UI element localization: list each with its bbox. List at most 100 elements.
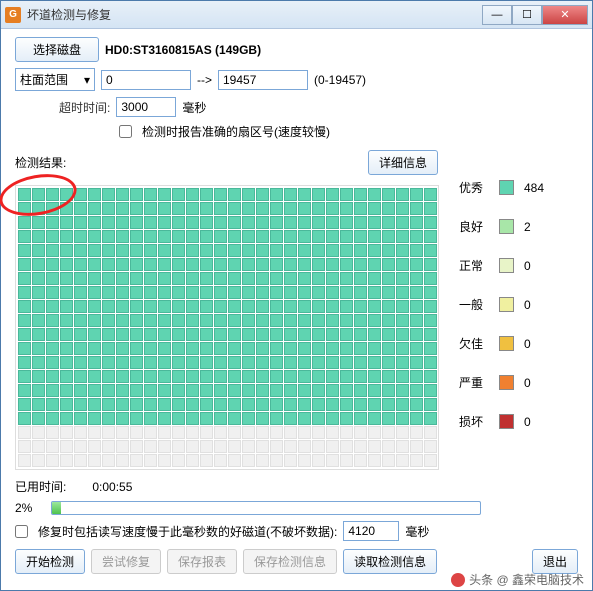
grid-cell <box>186 286 199 299</box>
maximize-button[interactable]: ☐ <box>512 5 542 25</box>
grid-cell <box>32 286 45 299</box>
load-info-button[interactable]: 读取检测信息 <box>343 549 437 574</box>
grid-cell <box>270 398 283 411</box>
grid-cell <box>340 384 353 397</box>
grid-cell <box>242 244 255 257</box>
grid-cell <box>102 258 115 271</box>
grid-cell <box>396 440 409 453</box>
select-disk-button[interactable]: 选择磁盘 <box>15 37 99 62</box>
grid-cell <box>298 188 311 201</box>
grid-cell <box>298 286 311 299</box>
grid-cell <box>424 384 437 397</box>
grid-cell <box>200 202 213 215</box>
grid-cell <box>256 202 269 215</box>
grid-cell <box>382 244 395 257</box>
grid-cell <box>326 426 339 439</box>
grid-cell <box>326 328 339 341</box>
try-repair-button[interactable]: 尝试修复 <box>91 549 161 574</box>
grid-cell <box>18 272 31 285</box>
grid-cell <box>144 342 157 355</box>
grid-cell <box>284 342 297 355</box>
save-info-button[interactable]: 保存检测信息 <box>243 549 337 574</box>
grid-cell <box>326 440 339 453</box>
grid-cell <box>340 328 353 341</box>
grid-cell <box>256 328 269 341</box>
range-to-input[interactable] <box>218 70 308 90</box>
grid-cell <box>410 370 423 383</box>
grid-cell <box>284 314 297 327</box>
grid-cell <box>88 230 101 243</box>
grid-cell <box>18 300 31 313</box>
accurate-checkbox[interactable] <box>119 125 132 138</box>
grid-cell <box>312 300 325 313</box>
range-type-dropdown[interactable]: 柱面范围 ▾ <box>15 68 95 91</box>
grid-cell <box>102 230 115 243</box>
window-title: 坏道检测与修复 <box>27 6 482 23</box>
grid-cell <box>396 244 409 257</box>
grid-cell <box>410 356 423 369</box>
repair-option-checkbox[interactable] <box>15 525 28 538</box>
grid-cell <box>284 328 297 341</box>
grid-cell <box>410 440 423 453</box>
timeout-input[interactable] <box>116 97 176 117</box>
grid-cell <box>368 202 381 215</box>
grid-cell <box>214 188 227 201</box>
grid-cell <box>130 258 143 271</box>
grid-cell <box>74 356 87 369</box>
save-report-button[interactable]: 保存报表 <box>167 549 237 574</box>
grid-cell <box>424 440 437 453</box>
grid-cell <box>32 454 45 467</box>
grid-cell <box>172 384 185 397</box>
grid-cell <box>284 454 297 467</box>
grid-cell <box>60 370 73 383</box>
grid-cell <box>18 440 31 453</box>
start-scan-button[interactable]: 开始检测 <box>15 549 85 574</box>
titlebar[interactable]: G 坏道检测与修复 — ☐ ✕ <box>1 1 592 29</box>
watermark-icon <box>451 573 465 587</box>
disk-info-label: HD0:ST3160815AS (149GB) <box>105 43 261 57</box>
grid-cell <box>88 356 101 369</box>
grid-cell <box>340 188 353 201</box>
grid-cell <box>88 384 101 397</box>
minimize-button[interactable]: — <box>482 5 512 25</box>
main-window: G 坏道检测与修复 — ☐ ✕ 选择磁盘 HD0:ST3160815AS (14… <box>0 0 593 591</box>
grid-cell <box>382 370 395 383</box>
grid-cell <box>228 454 241 467</box>
range-from-input[interactable] <box>101 70 191 90</box>
grid-cell <box>102 370 115 383</box>
legend-swatch <box>499 336 514 351</box>
close-button[interactable]: ✕ <box>542 5 588 25</box>
grid-cell <box>382 342 395 355</box>
grid-cell <box>284 384 297 397</box>
detail-button[interactable]: 详细信息 <box>368 150 438 175</box>
grid-cell <box>18 314 31 327</box>
grid-cell <box>410 300 423 313</box>
grid-cell <box>256 272 269 285</box>
grid-cell <box>284 230 297 243</box>
grid-cell <box>242 216 255 229</box>
grid-cell <box>256 230 269 243</box>
grid-cell <box>368 370 381 383</box>
grid-cell <box>102 202 115 215</box>
grid-cell <box>242 398 255 411</box>
grid-cell <box>354 426 367 439</box>
grid-cell <box>102 328 115 341</box>
grid-cell <box>354 314 367 327</box>
grid-cell <box>396 188 409 201</box>
grid-cell <box>32 356 45 369</box>
grid-cell <box>228 272 241 285</box>
grid-cell <box>396 328 409 341</box>
grid-cell <box>312 202 325 215</box>
grid-cell <box>368 454 381 467</box>
grid-cell <box>382 258 395 271</box>
grid-cell <box>130 440 143 453</box>
grid-cell <box>214 342 227 355</box>
repair-threshold-input[interactable] <box>343 521 399 541</box>
grid-cell <box>256 412 269 425</box>
grid-cell <box>256 300 269 313</box>
grid-cell <box>130 412 143 425</box>
grid-cell <box>382 356 395 369</box>
legend-item: 优秀484 <box>459 179 544 196</box>
grid-cell <box>382 300 395 313</box>
grid-cell <box>382 328 395 341</box>
